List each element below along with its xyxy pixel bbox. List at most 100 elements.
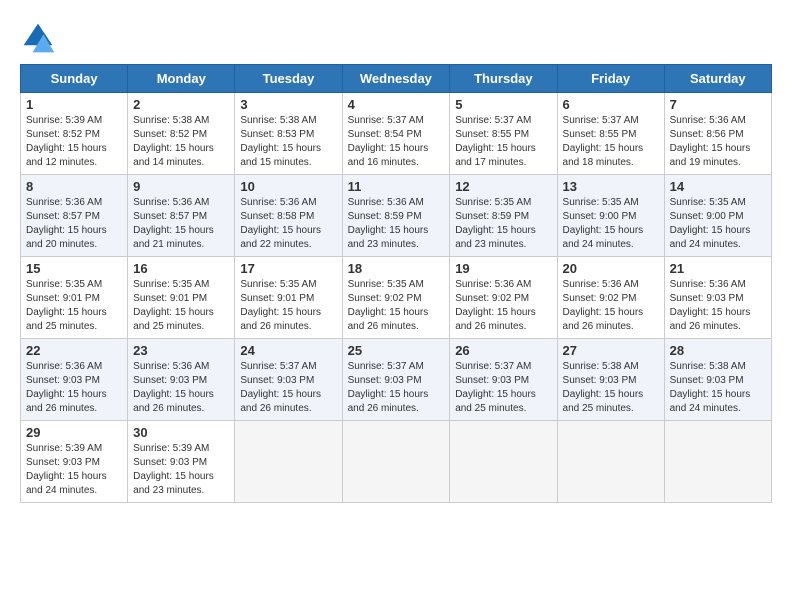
day-number: 8 [26,179,122,194]
day-info: Sunrise: 5:36 AM Sunset: 9:02 PM Dayligh… [563,278,659,334]
day-number: 25 [348,343,445,358]
day-number: 5 [455,97,551,112]
day-number: 3 [240,97,336,112]
day-info: Sunrise: 5:37 AM Sunset: 9:03 PM Dayligh… [240,360,336,416]
day-number: 1 [26,97,122,112]
calendar-cell: 29 Sunrise: 5:39 AM Sunset: 9:03 PM Dayl… [21,421,128,503]
day-number: 14 [670,179,766,194]
week-row-2: 8 Sunrise: 5:36 AM Sunset: 8:57 PM Dayli… [21,175,772,257]
calendar-cell: 14 Sunrise: 5:35 AM Sunset: 9:00 PM Dayl… [664,175,771,257]
day-info: Sunrise: 5:36 AM Sunset: 8:59 PM Dayligh… [348,196,445,252]
day-number: 13 [563,179,659,194]
week-row-4: 22 Sunrise: 5:36 AM Sunset: 9:03 PM Dayl… [21,339,772,421]
calendar-cell: 28 Sunrise: 5:38 AM Sunset: 9:03 PM Dayl… [664,339,771,421]
day-number: 11 [348,179,445,194]
logo [20,20,60,56]
day-info: Sunrise: 5:35 AM Sunset: 9:01 PM Dayligh… [26,278,122,334]
calendar-table: SundayMondayTuesdayWednesdayThursdayFrid… [20,64,772,503]
day-info: Sunrise: 5:36 AM Sunset: 9:03 PM Dayligh… [133,360,229,416]
day-number: 22 [26,343,122,358]
calendar-cell: 11 Sunrise: 5:36 AM Sunset: 8:59 PM Dayl… [342,175,450,257]
day-info: Sunrise: 5:36 AM Sunset: 9:03 PM Dayligh… [26,360,122,416]
calendar-cell [342,421,450,503]
calendar-cell: 17 Sunrise: 5:35 AM Sunset: 9:01 PM Dayl… [235,257,342,339]
day-info: Sunrise: 5:35 AM Sunset: 8:59 PM Dayligh… [455,196,551,252]
calendar-cell: 2 Sunrise: 5:38 AM Sunset: 8:52 PM Dayli… [128,93,235,175]
day-number: 17 [240,261,336,276]
calendar-cell: 3 Sunrise: 5:38 AM Sunset: 8:53 PM Dayli… [235,93,342,175]
day-number: 27 [563,343,659,358]
calendar-cell [235,421,342,503]
day-number: 7 [670,97,766,112]
calendar-cell: 22 Sunrise: 5:36 AM Sunset: 9:03 PM Dayl… [21,339,128,421]
calendar-cell: 12 Sunrise: 5:35 AM Sunset: 8:59 PM Dayl… [450,175,557,257]
calendar-cell: 27 Sunrise: 5:38 AM Sunset: 9:03 PM Dayl… [557,339,664,421]
calendar-cell: 18 Sunrise: 5:35 AM Sunset: 9:02 PM Dayl… [342,257,450,339]
calendar-cell: 4 Sunrise: 5:37 AM Sunset: 8:54 PM Dayli… [342,93,450,175]
calendar-cell: 24 Sunrise: 5:37 AM Sunset: 9:03 PM Dayl… [235,339,342,421]
day-info: Sunrise: 5:35 AM Sunset: 9:00 PM Dayligh… [563,196,659,252]
day-number: 9 [133,179,229,194]
calendar-cell: 19 Sunrise: 5:36 AM Sunset: 9:02 PM Dayl… [450,257,557,339]
day-info: Sunrise: 5:36 AM Sunset: 8:56 PM Dayligh… [670,114,766,170]
calendar-cell: 15 Sunrise: 5:35 AM Sunset: 9:01 PM Dayl… [21,257,128,339]
day-number: 18 [348,261,445,276]
calendar-cell: 9 Sunrise: 5:36 AM Sunset: 8:57 PM Dayli… [128,175,235,257]
weekday-header-tuesday: Tuesday [235,65,342,93]
day-number: 23 [133,343,229,358]
week-row-5: 29 Sunrise: 5:39 AM Sunset: 9:03 PM Dayl… [21,421,772,503]
calendar-cell: 1 Sunrise: 5:39 AM Sunset: 8:52 PM Dayli… [21,93,128,175]
day-number: 12 [455,179,551,194]
day-number: 24 [240,343,336,358]
weekday-header-thursday: Thursday [450,65,557,93]
day-info: Sunrise: 5:36 AM Sunset: 9:03 PM Dayligh… [670,278,766,334]
day-info: Sunrise: 5:38 AM Sunset: 8:53 PM Dayligh… [240,114,336,170]
day-info: Sunrise: 5:39 AM Sunset: 9:03 PM Dayligh… [133,442,229,498]
calendar-cell: 30 Sunrise: 5:39 AM Sunset: 9:03 PM Dayl… [128,421,235,503]
weekday-header-row: SundayMondayTuesdayWednesdayThursdayFrid… [21,65,772,93]
weekday-header-sunday: Sunday [21,65,128,93]
calendar-cell [450,421,557,503]
day-info: Sunrise: 5:37 AM Sunset: 8:55 PM Dayligh… [455,114,551,170]
logo-icon [20,20,56,56]
day-info: Sunrise: 5:36 AM Sunset: 8:57 PM Dayligh… [26,196,122,252]
day-number: 2 [133,97,229,112]
calendar-cell: 6 Sunrise: 5:37 AM Sunset: 8:55 PM Dayli… [557,93,664,175]
day-info: Sunrise: 5:38 AM Sunset: 9:03 PM Dayligh… [670,360,766,416]
day-info: Sunrise: 5:36 AM Sunset: 8:58 PM Dayligh… [240,196,336,252]
calendar-cell: 16 Sunrise: 5:35 AM Sunset: 9:01 PM Dayl… [128,257,235,339]
day-number: 4 [348,97,445,112]
weekday-header-saturday: Saturday [664,65,771,93]
calendar-cell: 26 Sunrise: 5:37 AM Sunset: 9:03 PM Dayl… [450,339,557,421]
day-info: Sunrise: 5:39 AM Sunset: 8:52 PM Dayligh… [26,114,122,170]
calendar-cell: 10 Sunrise: 5:36 AM Sunset: 8:58 PM Dayl… [235,175,342,257]
day-info: Sunrise: 5:37 AM Sunset: 9:03 PM Dayligh… [348,360,445,416]
day-number: 6 [563,97,659,112]
calendar-cell [557,421,664,503]
day-number: 26 [455,343,551,358]
day-info: Sunrise: 5:36 AM Sunset: 8:57 PM Dayligh… [133,196,229,252]
day-info: Sunrise: 5:37 AM Sunset: 8:55 PM Dayligh… [563,114,659,170]
calendar-cell: 7 Sunrise: 5:36 AM Sunset: 8:56 PM Dayli… [664,93,771,175]
weekday-header-friday: Friday [557,65,664,93]
day-number: 10 [240,179,336,194]
day-info: Sunrise: 5:35 AM Sunset: 9:00 PM Dayligh… [670,196,766,252]
day-info: Sunrise: 5:37 AM Sunset: 8:54 PM Dayligh… [348,114,445,170]
calendar-cell: 25 Sunrise: 5:37 AM Sunset: 9:03 PM Dayl… [342,339,450,421]
calendar-cell: 13 Sunrise: 5:35 AM Sunset: 9:00 PM Dayl… [557,175,664,257]
day-info: Sunrise: 5:39 AM Sunset: 9:03 PM Dayligh… [26,442,122,498]
day-number: 20 [563,261,659,276]
calendar-cell [664,421,771,503]
day-info: Sunrise: 5:38 AM Sunset: 9:03 PM Dayligh… [563,360,659,416]
day-number: 19 [455,261,551,276]
day-info: Sunrise: 5:38 AM Sunset: 8:52 PM Dayligh… [133,114,229,170]
day-number: 28 [670,343,766,358]
page-header [20,20,772,56]
day-number: 30 [133,425,229,440]
week-row-1: 1 Sunrise: 5:39 AM Sunset: 8:52 PM Dayli… [21,93,772,175]
week-row-3: 15 Sunrise: 5:35 AM Sunset: 9:01 PM Dayl… [21,257,772,339]
weekday-header-monday: Monday [128,65,235,93]
day-number: 21 [670,261,766,276]
day-number: 15 [26,261,122,276]
calendar-cell: 8 Sunrise: 5:36 AM Sunset: 8:57 PM Dayli… [21,175,128,257]
